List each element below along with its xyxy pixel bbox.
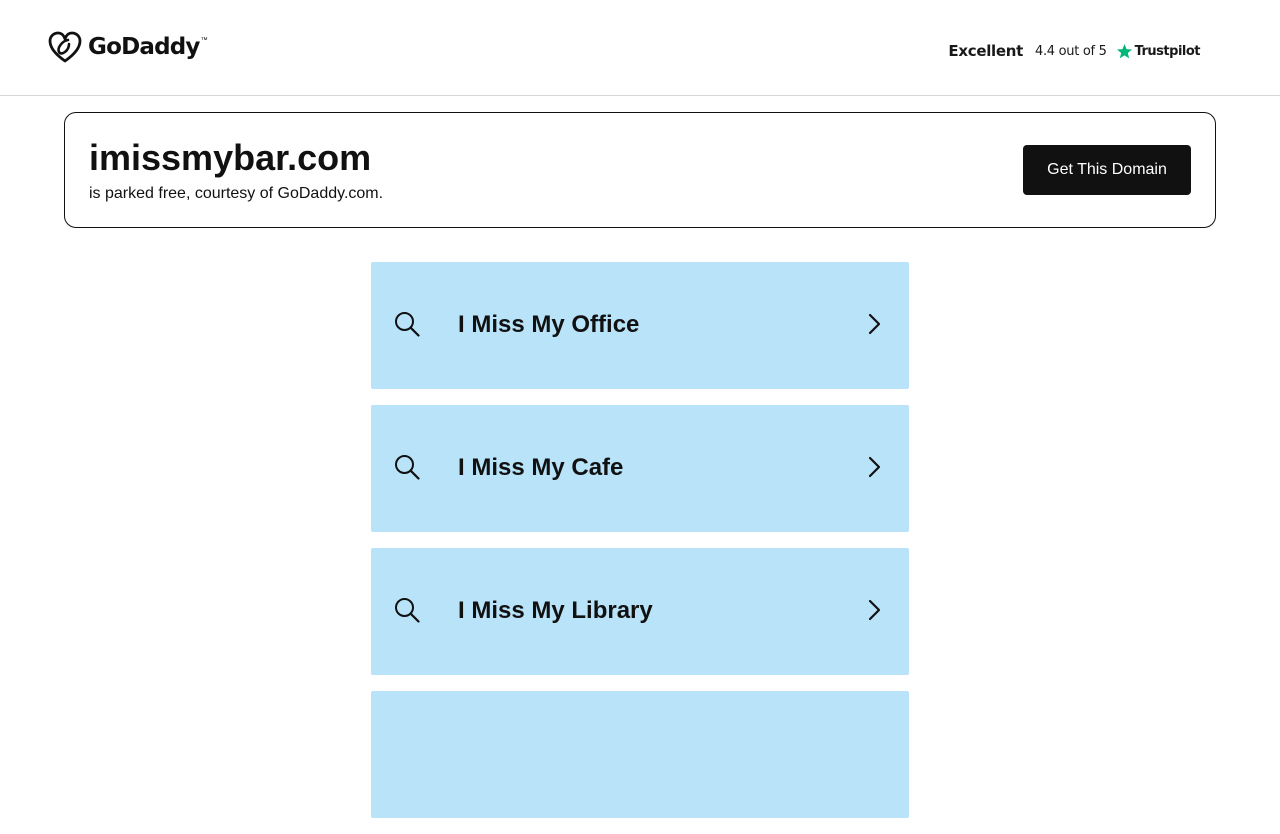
godaddy-heart-icon: [48, 31, 82, 63]
search-icon: [395, 312, 420, 337]
trustpilot-star-icon: [1116, 43, 1132, 58]
related-search-item[interactable]: I Miss My Cafe: [371, 405, 909, 532]
logo-trademark: ™: [200, 37, 208, 44]
search-icon: [395, 598, 420, 623]
chevron-right-icon: [868, 456, 881, 478]
related-search-list: I Miss My Office I Miss My Cafe I Miss M…: [371, 262, 909, 834]
trustpilot-rating-word: Excellent: [948, 42, 1023, 60]
related-search-label: I Miss My Library: [458, 597, 653, 624]
chevron-right-icon: [868, 313, 881, 335]
logo-wordmark: GoDaddy: [88, 34, 200, 60]
related-search-item[interactable]: [371, 691, 909, 818]
related-search-item[interactable]: I Miss My Office: [371, 262, 909, 389]
search-icon: [395, 455, 420, 480]
trustpilot-rating[interactable]: Excellent 4.4 out of 5 Trustpilot: [948, 38, 1200, 64]
trustpilot-brand: Trustpilot: [1134, 43, 1201, 59]
related-search-label: I Miss My Cafe: [458, 454, 624, 481]
get-this-domain-button[interactable]: Get This Domain: [1023, 145, 1191, 195]
domain-card: imissmybar.com is parked free, courtesy …: [64, 112, 1216, 228]
godaddy-logo[interactable]: GoDaddy ™: [48, 31, 208, 63]
trustpilot-score: 4.4 out of 5: [1035, 43, 1107, 59]
site-header: GoDaddy ™ Excellent 4.4 out of 5 Trustpi…: [0, 0, 1280, 96]
related-search-label: I Miss My Office: [458, 311, 640, 338]
related-search-item[interactable]: I Miss My Library: [371, 548, 909, 675]
chevron-right-icon: [868, 599, 881, 621]
domain-name: imissmybar.com: [89, 137, 372, 178]
domain-parked-subtitle: is parked free, courtesy of GoDaddy.com.: [89, 185, 384, 202]
